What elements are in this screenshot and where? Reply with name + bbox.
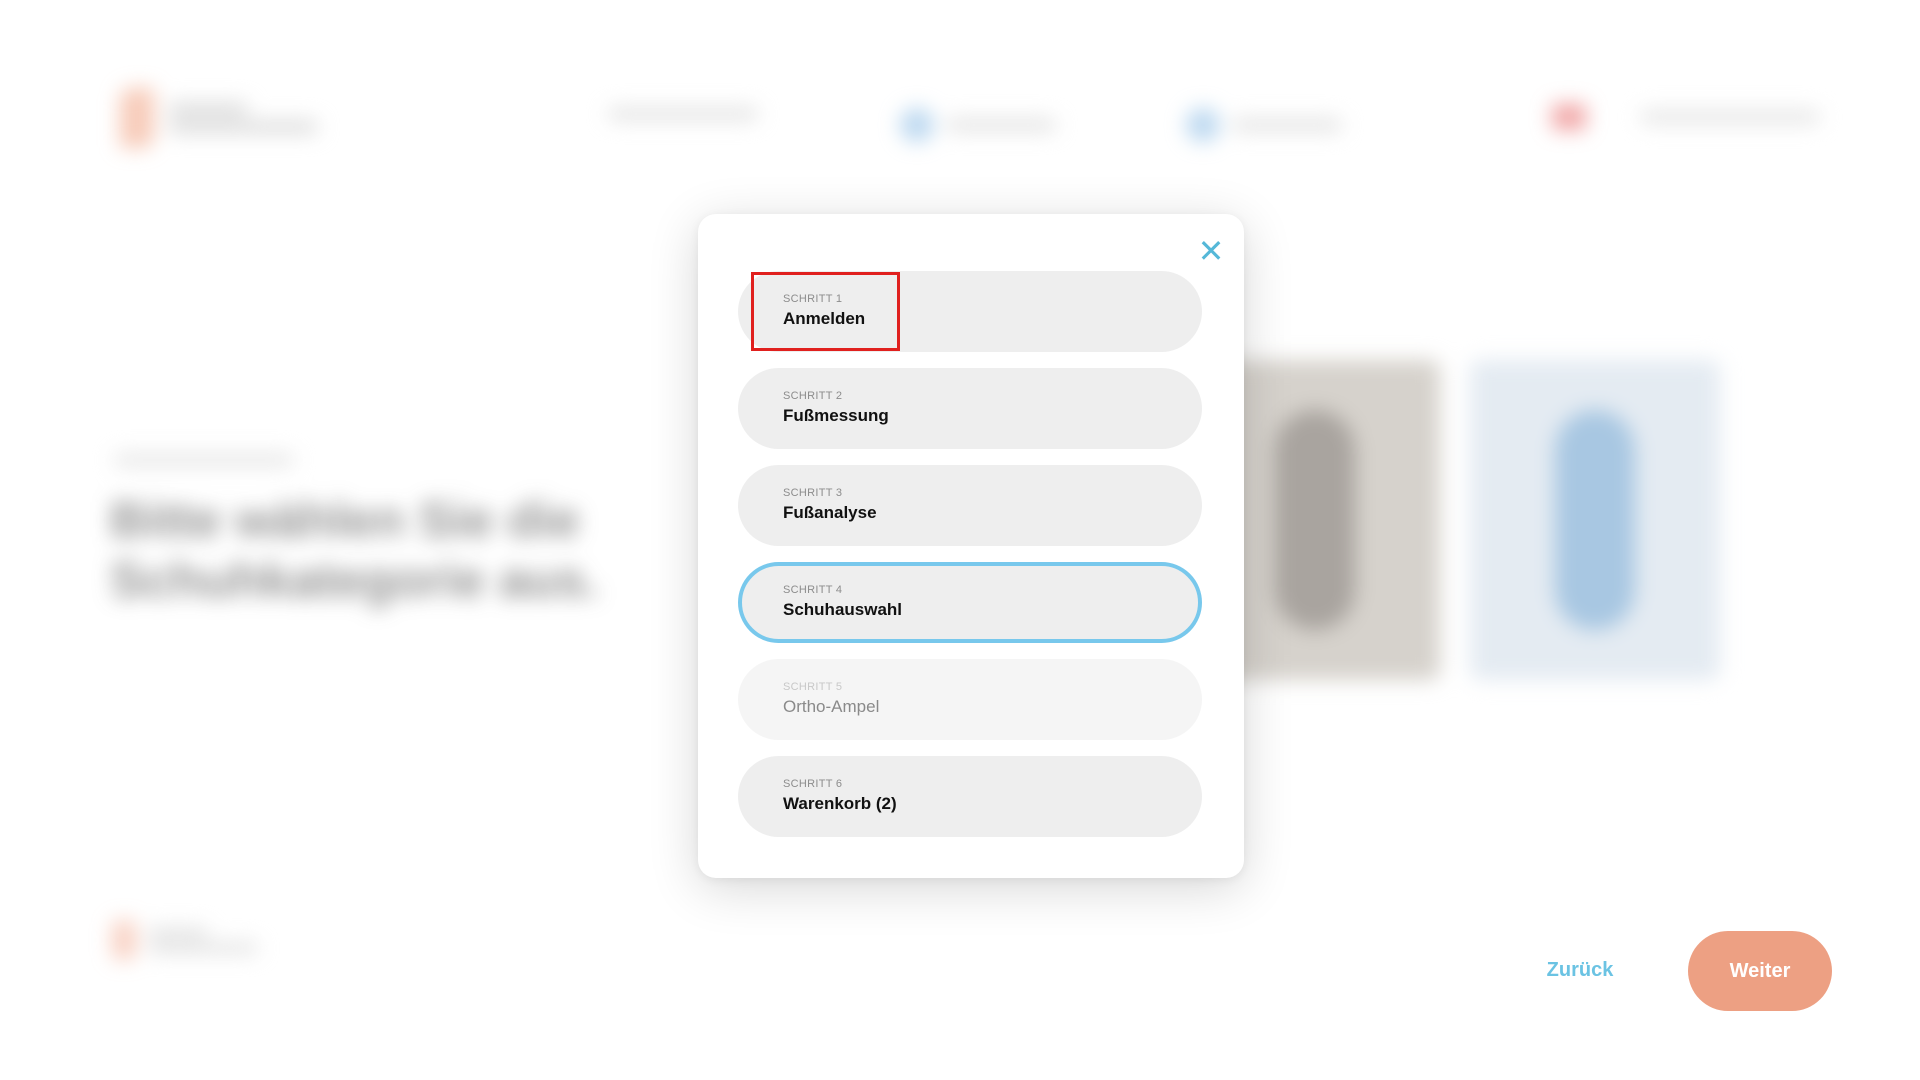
step-item-ortho-ampel: SCHRITT 5 Ortho-Ampel	[738, 659, 1202, 740]
step-number: SCHRITT 1	[783, 293, 843, 305]
step-number: SCHRITT 6	[783, 778, 843, 790]
header-logo	[120, 88, 318, 148]
page-eyebrow	[114, 454, 294, 466]
nav-item-1	[608, 108, 758, 120]
back-button[interactable]: Zurück	[1530, 950, 1630, 990]
step-list: SCHRITT 1 Anmelden SCHRITT 2 Fußmessung …	[738, 271, 1202, 853]
category-card	[1470, 360, 1720, 680]
footer-logo	[112, 920, 258, 960]
step-item-fussmessung[interactable]: SCHRITT 2 Fußmessung	[738, 368, 1202, 449]
user-menu	[1640, 110, 1820, 124]
step-title: Ortho-Ampel	[783, 697, 880, 716]
step-title: Fußanalyse	[783, 503, 877, 522]
language-flag-icon	[1552, 104, 1586, 130]
step-number: SCHRITT 4	[783, 584, 843, 596]
logo-mark	[120, 88, 154, 148]
nav-item-2	[900, 108, 1056, 142]
nav-icon	[900, 108, 934, 142]
step-navigation-modal: ✕ SCHRITT 1 Anmelden SCHRITT 2 Fußmessun…	[698, 214, 1244, 878]
step-title: Anmelden	[783, 309, 866, 328]
category-image	[1555, 410, 1635, 630]
step-title: Warenkorb (2)	[783, 794, 897, 813]
step-number: SCHRITT 2	[783, 390, 843, 402]
category-image	[1275, 410, 1355, 630]
next-button[interactable]: Weiter	[1688, 931, 1832, 1011]
step-number: SCHRITT 3	[783, 487, 843, 499]
close-icon[interactable]: ✕	[1196, 235, 1226, 267]
step-item-schuhauswahl[interactable]: SCHRITT 4 Schuhauswahl	[738, 562, 1202, 643]
step-title: Fußmessung	[783, 406, 889, 425]
step-item-fussanalyse[interactable]: SCHRITT 3 Fußanalyse	[738, 465, 1202, 546]
nav-item-3	[1186, 108, 1342, 142]
nav-icon	[1186, 108, 1220, 142]
step-number: SCHRITT 5	[783, 681, 843, 693]
step-item-anmelden[interactable]: SCHRITT 1 Anmelden	[738, 271, 1202, 352]
step-item-warenkorb[interactable]: SCHRITT 6 Warenkorb (2)	[738, 756, 1202, 837]
step-title: Schuhauswahl	[783, 600, 903, 619]
logo-mark	[112, 920, 136, 960]
page-title: Bitte wählen Sie die Schuhkategorie aus.	[110, 492, 600, 608]
